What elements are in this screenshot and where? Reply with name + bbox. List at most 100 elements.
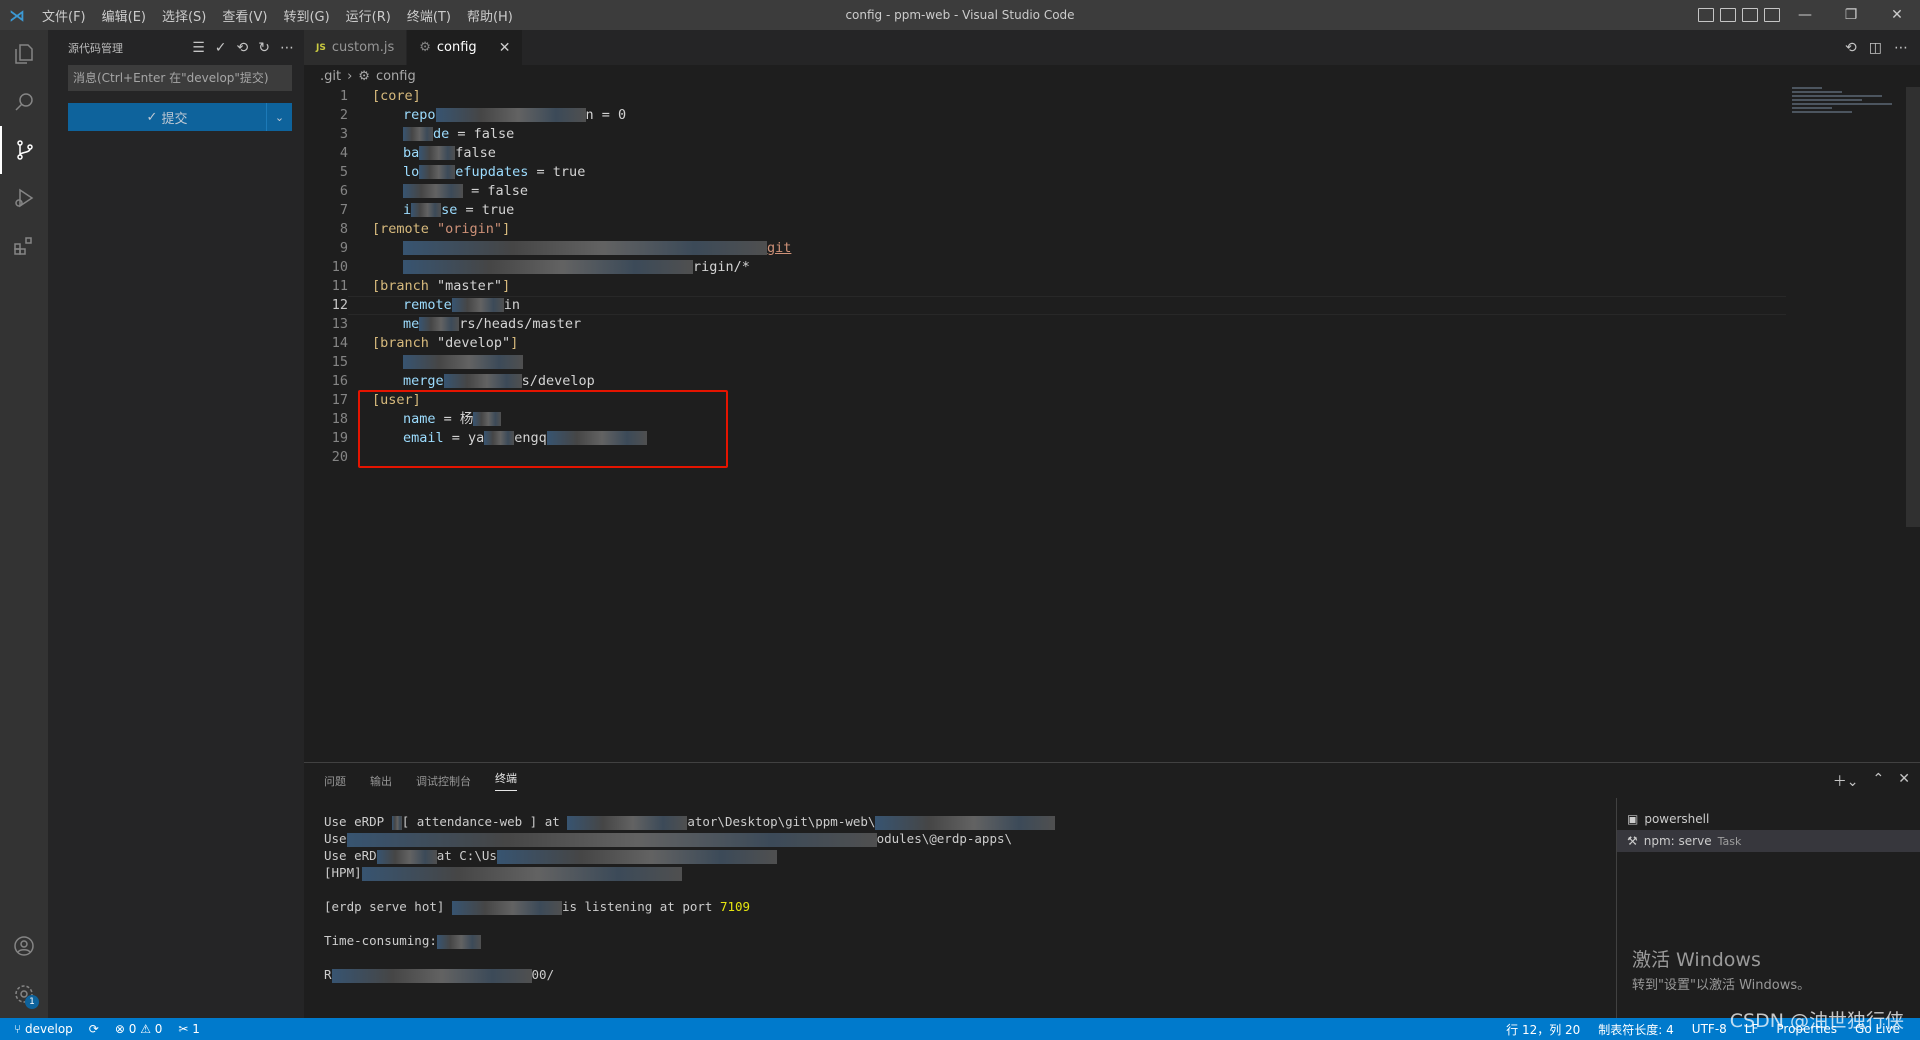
tab-debug-console[interactable]: 调试控制台 (416, 773, 471, 789)
terminal-line: Time-consuming: (324, 932, 1604, 949)
run-debug-icon[interactable] (0, 174, 48, 222)
toggle-sidebar-icon[interactable] (1698, 8, 1714, 22)
split-editor-icon[interactable]: ◫ (1869, 40, 1882, 56)
vscode-logo-icon: ⋊ (9, 5, 25, 25)
branch-icon: ⑂ (14, 1022, 26, 1036)
history-icon[interactable]: ⟲ (237, 40, 249, 56)
current-line-highlight (348, 296, 1786, 315)
code-line: 5 lo efupdates = true (339, 164, 586, 180)
editor-tabs: JS custom.js ⚙ config ✕ ⟲ ◫ ⋯ (304, 30, 1920, 65)
code-line: 7 i se = true (339, 202, 515, 218)
redacted-text (443, 374, 522, 388)
branch-indicator[interactable]: ⑂ develop (14, 1022, 73, 1036)
code-line: 2 repo n = 0 (339, 107, 627, 123)
search-icon[interactable] (0, 78, 48, 126)
menu-run[interactable]: 运行(R) (338, 6, 399, 25)
tab-custom-js[interactable]: JS custom.js (304, 30, 408, 65)
close-window-icon[interactable]: ✕ (1874, 0, 1920, 30)
more-actions-icon[interactable]: ⋯ (280, 40, 294, 56)
tab-output[interactable]: 输出 (370, 773, 392, 789)
tab-label: config (436, 40, 477, 55)
toggle-secondary-sidebar-icon[interactable] (1742, 8, 1758, 22)
code-line: 9 git (339, 240, 792, 256)
sync-icon[interactable]: ⟳ (89, 1022, 99, 1036)
redacted-text (403, 241, 767, 255)
window-controls: — ❐ ✕ (1782, 0, 1920, 30)
maximize-panel-icon[interactable]: ⌃ (1873, 771, 1885, 791)
encoding[interactable]: UTF-8 (1692, 1022, 1727, 1036)
terminal-line: [HPM] (324, 864, 1604, 881)
editor-actions: ⟲ ◫ ⋯ (1845, 30, 1908, 65)
breadcrumb: .git › ⚙ config (304, 65, 1920, 87)
redacted-text (419, 317, 460, 331)
terminal-line: R 00/ (324, 967, 555, 983)
menu-edit[interactable]: 编辑(E) (94, 6, 154, 25)
source-control-icon[interactable] (0, 126, 48, 174)
breadcrumb-folder[interactable]: .git (320, 69, 341, 84)
restore-icon[interactable]: ❐ (1828, 0, 1874, 30)
terminal-item-powershell[interactable]: ▣ powershell (1617, 808, 1920, 830)
close-icon[interactable]: ✕ (499, 40, 511, 56)
menu-selection[interactable]: 选择(S) (154, 6, 214, 25)
accounts-icon[interactable] (0, 922, 48, 970)
close-panel-icon[interactable]: ✕ (1898, 771, 1910, 791)
redacted-text (403, 260, 693, 274)
menu-go[interactable]: 转到(G) (275, 6, 337, 25)
code-line: 3 de = false (339, 126, 515, 142)
terminal-line: Use eRD at C:\Us (324, 847, 1604, 864)
customize-layout-icon[interactable] (1764, 8, 1780, 22)
ports-indicator[interactable]: ✂ 1 (178, 1022, 200, 1036)
terminal-item-npm-serve[interactable]: ⚒ npm: serve Task (1617, 830, 1920, 852)
menu-view[interactable]: 查看(V) (214, 6, 275, 25)
tab-size[interactable]: 制表符长度: 4 (1598, 1021, 1674, 1038)
layout-controls (1698, 0, 1780, 30)
code-line: 1 [core] (339, 88, 421, 104)
code-line: 15 (304, 353, 1906, 372)
commit-dropdown-chevron-icon[interactable]: ⌄ (266, 103, 292, 131)
refresh-icon[interactable]: ↻ (258, 40, 270, 56)
sidebar-header: 源代码管理 ☰ ✓ ⟲ ↻ ⋯ (48, 30, 304, 65)
code-line: 16 merge s/develop (331, 373, 595, 389)
panel-tabs: 问题 输出 调试控制台 终端 (304, 763, 1920, 798)
redacted-text (451, 298, 504, 312)
problems-indicator[interactable]: ⊗ 0 ⚠ 0 (115, 1022, 163, 1036)
tab-config[interactable]: ⚙ config ✕ (407, 30, 524, 65)
cursor-position[interactable]: 行 12，列 20 (1506, 1021, 1580, 1038)
code-line: 6 = false (339, 183, 529, 199)
redacted-text (435, 108, 586, 122)
code-line: 8 [remote "origin"] (339, 221, 511, 237)
menu-help[interactable]: 帮助(H) (459, 6, 521, 25)
minimap[interactable] (1792, 87, 1902, 147)
gear-icon: ⚙ (419, 40, 431, 55)
toggle-panel-icon[interactable] (1720, 8, 1736, 22)
tab-problems[interactable]: 问题 (324, 773, 346, 789)
code-line: 11 [branch "master"] (331, 278, 511, 294)
commit-check-icon[interactable]: ✓ (215, 40, 227, 56)
activity-bar: 1 (0, 30, 48, 1018)
menu-file[interactable]: 文件(F) (34, 6, 94, 25)
terminal-line: Use odules\@erdp-apps\ (324, 831, 1013, 847)
view-as-tree-icon[interactable]: ☰ (192, 40, 205, 56)
minimize-icon[interactable]: — (1782, 0, 1828, 30)
commit-button[interactable]: ✓ 提交 (68, 103, 266, 131)
timeline-icon[interactable]: ⟲ (1845, 40, 1857, 56)
code-line-current: 12 remote in (304, 296, 1906, 315)
more-actions-icon[interactable]: ⋯ (1894, 40, 1908, 56)
terminal-output[interactable]: Use eRDP [ attendance-web ] at ator\Desk… (324, 813, 1604, 983)
tab-terminal[interactable]: 终端 (495, 770, 517, 791)
extensions-icon[interactable] (0, 222, 48, 270)
explorer-icon[interactable] (0, 30, 48, 78)
redacted-text (403, 355, 523, 369)
redacted-text (419, 165, 456, 179)
menu-terminal[interactable]: 终端(T) (399, 6, 459, 25)
breadcrumb-file[interactable]: config (376, 69, 416, 84)
activate-windows-watermark: 激活 Windows 转到"设置"以激活 Windows。 (1632, 949, 1811, 993)
new-terminal-plus-icon[interactable]: ＋⌄ (1833, 771, 1859, 791)
commit-message-input[interactable] (68, 65, 292, 91)
redacted-text (403, 184, 463, 198)
editor-scrollbar[interactable] (1906, 87, 1920, 527)
manage-gear-icon[interactable]: 1 (0, 970, 48, 1018)
redacted-text (411, 203, 442, 217)
